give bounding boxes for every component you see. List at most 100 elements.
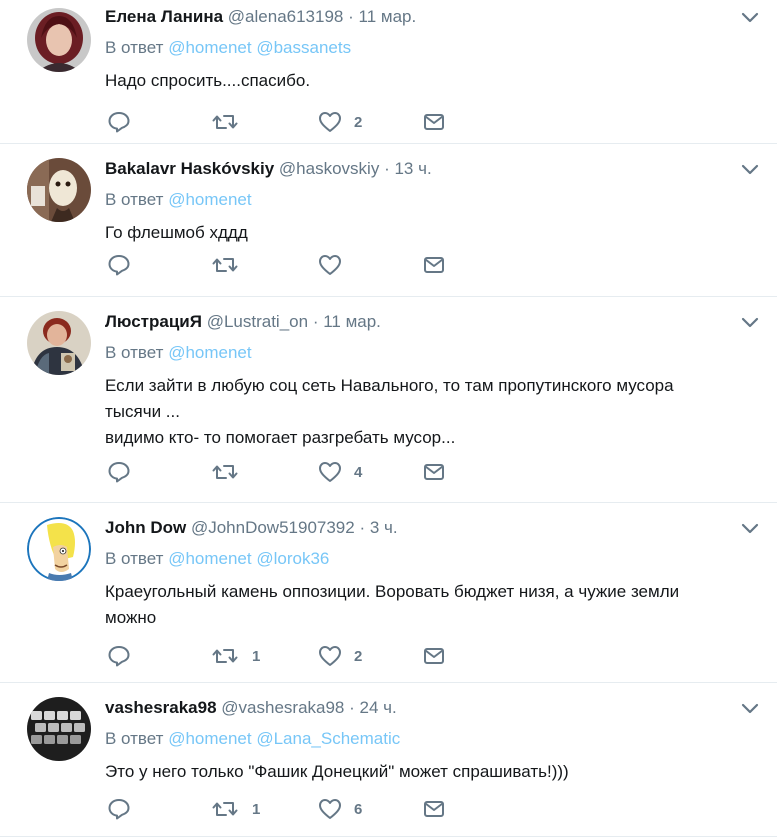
reply-context: В ответ @homenet @lorok36 [105,548,757,570]
separator: · [359,518,366,537]
reply-button[interactable] [107,643,131,669]
reply-icon [108,112,130,133]
mention-link[interactable]: @Lana_Schematic [256,729,400,748]
envelope-icon [424,464,444,480]
like-count: 4 [354,463,363,481]
retweet-button[interactable]: 1 [212,643,260,669]
chevron-down-icon[interactable] [741,523,759,535]
retweet-button[interactable] [212,252,252,278]
reply-prefix: В ответ [105,190,164,209]
avatar[interactable] [27,158,91,222]
direct-message-button[interactable] [423,252,445,278]
tweet-text-line: Надо спросить....спасибо. [105,71,311,90]
heart-icon [319,799,341,819]
user-handle[interactable]: @JohnDow51907392 [191,518,355,537]
reply-prefix: В ответ [105,549,164,568]
tweet[interactable]: John Dow @JohnDow51907392 · 3 ч. В ответ… [0,503,777,683]
display-name[interactable]: John Dow [105,518,186,537]
like-count: 2 [354,647,363,665]
separator: · [348,7,354,26]
avatar[interactable] [27,517,91,581]
envelope-icon [424,257,444,273]
tweet-text-line: тысячи ... [105,402,180,421]
reply-button[interactable] [107,459,131,485]
heart-icon [319,646,341,666]
direct-message-button[interactable] [423,643,445,669]
tweet-text-line: Если зайти в любую соц сеть Навального, … [105,376,674,395]
chevron-down-icon[interactable] [741,317,759,329]
heart-icon [319,255,341,275]
like-button[interactable]: 4 [318,459,362,485]
mention-link[interactable]: @lorok36 [256,549,329,568]
reply-button[interactable] [107,252,131,278]
like-button[interactable] [318,252,354,278]
retweet-button[interactable] [212,459,252,485]
chevron-down-icon[interactable] [741,703,759,715]
timestamp[interactable]: 3 ч. [370,518,398,537]
reply-context: В ответ @homenet [105,189,757,211]
tweet[interactable]: ЛюстрациЯ @Lustrati_on · 11 мар. В ответ… [0,297,777,503]
mention-link[interactable]: @homenet [168,190,251,209]
tweet[interactable]: vashesraka98 @vashesraka98 · 24 ч. В отв… [0,683,777,837]
heart-icon [319,112,341,132]
display-name[interactable]: Елена Ланина [105,7,223,26]
mention-link[interactable]: @homenet [168,549,251,568]
user-handle[interactable]: @alena613198 [228,7,344,26]
direct-message-button[interactable] [423,459,445,485]
tweet-text-line: Это у него только "Фашик Донецкий" может… [105,762,569,781]
reply-button[interactable] [107,796,131,822]
reply-button[interactable] [107,109,131,135]
retweet-button[interactable] [212,109,252,135]
tweet-text: Если зайти в любую соц сеть Навального, … [105,373,757,451]
chevron-down-icon[interactable] [741,164,759,176]
tweet-actions: 1 2 [105,643,465,669]
separator: · [349,698,355,717]
tweet[interactable]: Bakalavr Haskóvskiy @haskovskiy · 13 ч. … [0,144,777,297]
user-handle[interactable]: @vashesraka98 [221,698,344,717]
retweet-icon [212,465,238,479]
avatar[interactable] [27,8,91,72]
user-handle[interactable]: @Lustrati_on [207,312,308,331]
direct-message-button[interactable] [423,796,445,822]
chevron-down-icon[interactable] [741,12,759,24]
like-button[interactable]: 2 [318,643,362,669]
tweet-text-line: Го флешмоб хддд [105,223,248,242]
like-count: 6 [354,800,363,818]
retweet-icon [212,115,238,129]
reply-prefix: В ответ [105,343,164,362]
reply-icon [108,646,130,667]
display-name[interactable]: Bakalavr Haskóvskiy [105,159,274,178]
tweet-actions: 4 [105,459,465,485]
retweet-count: 1 [252,647,261,665]
display-name[interactable]: vashesraka98 [105,698,217,717]
reply-context: В ответ @homenet @Lana_Schematic [105,728,757,750]
tweet-text-line: Краеугольный камень оппозиции. Воровать … [105,582,680,601]
mention-link[interactable]: @homenet [168,729,251,748]
tweet-text: Го флешмоб хддд [105,220,757,246]
like-button[interactable]: 2 [318,109,362,135]
direct-message-button[interactable] [423,109,445,135]
mention-link[interactable]: @homenet [168,38,251,57]
tweet-header: John Dow @JohnDow51907392 · 3 ч. [105,517,757,539]
envelope-icon [424,114,444,130]
avatar[interactable] [27,311,91,375]
reply-icon [108,799,130,820]
timestamp[interactable]: 11 мар. [323,312,381,331]
retweet-button[interactable]: 1 [212,796,260,822]
reply-context: В ответ @homenet [105,342,757,364]
timestamp[interactable]: 13 ч. [394,159,431,178]
avatar[interactable] [27,697,91,761]
like-button[interactable]: 6 [318,796,362,822]
tweet-header: ЛюстрациЯ @Lustrati_on · 11 мар. [105,311,757,333]
tweet-actions: 1 6 [105,796,465,822]
mention-link[interactable]: @homenet [168,343,251,362]
mention-link[interactable]: @bassanets [256,38,351,57]
timestamp[interactable]: 24 ч. [360,698,397,717]
reply-prefix: В ответ [105,729,164,748]
tweet-text-line: видимо кто- то помогает разгребать мусор… [105,428,456,447]
display-name[interactable]: ЛюстрациЯ [105,312,202,331]
user-handle[interactable]: @haskovskiy [279,159,379,178]
tweet[interactable]: Елена Ланина @alena613198 · 11 мар. В от… [0,0,777,144]
timestamp[interactable]: 11 мар. [359,7,417,26]
tweet-header: vashesraka98 @vashesraka98 · 24 ч. [105,697,757,719]
